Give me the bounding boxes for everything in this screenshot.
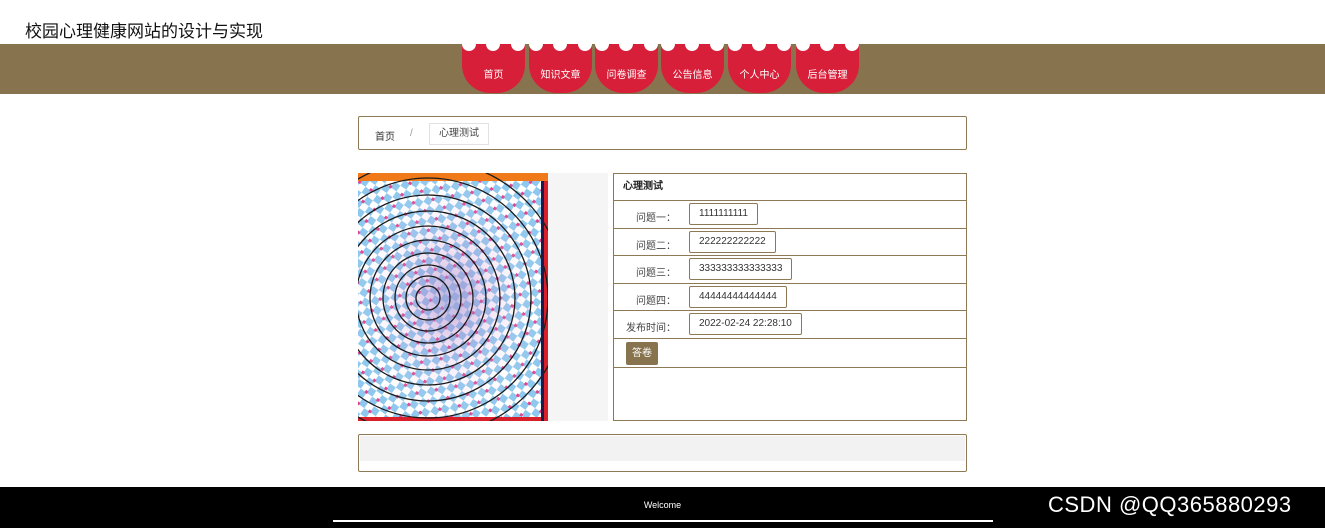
site-title: 校园心理健康网站的设计与实现 [25,22,263,41]
breadcrumb: 首页 / 心理测试 [358,116,967,150]
nav-item-label: 公告信息 [672,70,713,81]
question-3-label: 问题三： [636,268,676,279]
nav-item-label: 首页 [483,70,504,81]
breadcrumb-current: 心理测试 [429,123,489,145]
comment-panel [358,434,967,472]
detail-row: 问题一： 1111111111 [614,201,966,229]
footer-divider [333,520,993,522]
question-2-label: 问题二： [636,240,676,252]
csdn-watermark: CSDN @QQ365880293 [1048,492,1292,517]
action-row: 答卷 [614,339,966,368]
detail-row: 发布时间： 2022-02-24 22:28:10 [614,311,966,339]
nav-item-articles[interactable]: 知识文章 [529,37,592,93]
comment-panel-header [360,436,965,461]
publish-time-value: 2022-02-24 22:28:10 [689,313,802,335]
breadcrumb-home-link[interactable]: 首页 [375,128,395,143]
nav-item-notices[interactable]: 公告信息 [661,37,724,93]
nav-item-home[interactable]: 首页 [462,37,525,93]
nav-item-survey[interactable]: 问卷调查 [595,37,658,93]
question-2-value: 222222222222 [689,230,776,253]
test-detail-panel: 心理测试 问题一： 1111111111 问题二： 222222222222 问… [613,173,967,421]
question-1-label: 问题一： [636,213,676,224]
detail-title: 心理测试 [614,174,966,201]
detail-row: 问题三： 333333333333333 [614,256,966,284]
nav-item-label: 个人中心 [739,70,780,81]
question-4-label: 问题四： [636,295,676,307]
detail-row: 问题四： 44444444444444 [614,284,966,311]
question-1-value: 1111111111 [689,203,758,225]
nav-item-admin[interactable]: 后台管理 [796,37,859,93]
nav-item-label: 问卷调查 [606,70,647,81]
nav-item-profile[interactable]: 个人中心 [728,37,791,93]
answer-button[interactable]: 答卷 [626,341,658,365]
detail-row: 问题二： 222222222222 [614,229,966,256]
image-panel [358,173,608,421]
question-3-value: 333333333333333 [689,258,793,280]
spiral-illusion-image [358,173,548,421]
nav-item-label: 后台管理 [807,70,848,81]
nav-item-label: 知识文章 [540,70,581,81]
page: 校园心理健康网站的设计与实现 首页 知识文章 问卷调查 公告信息 个人中心 后台… [0,0,1325,528]
publish-time-label: 发布时间： [626,323,676,334]
question-4-value: 44444444444444 [689,285,787,308]
breadcrumb-separator: / [410,128,413,139]
